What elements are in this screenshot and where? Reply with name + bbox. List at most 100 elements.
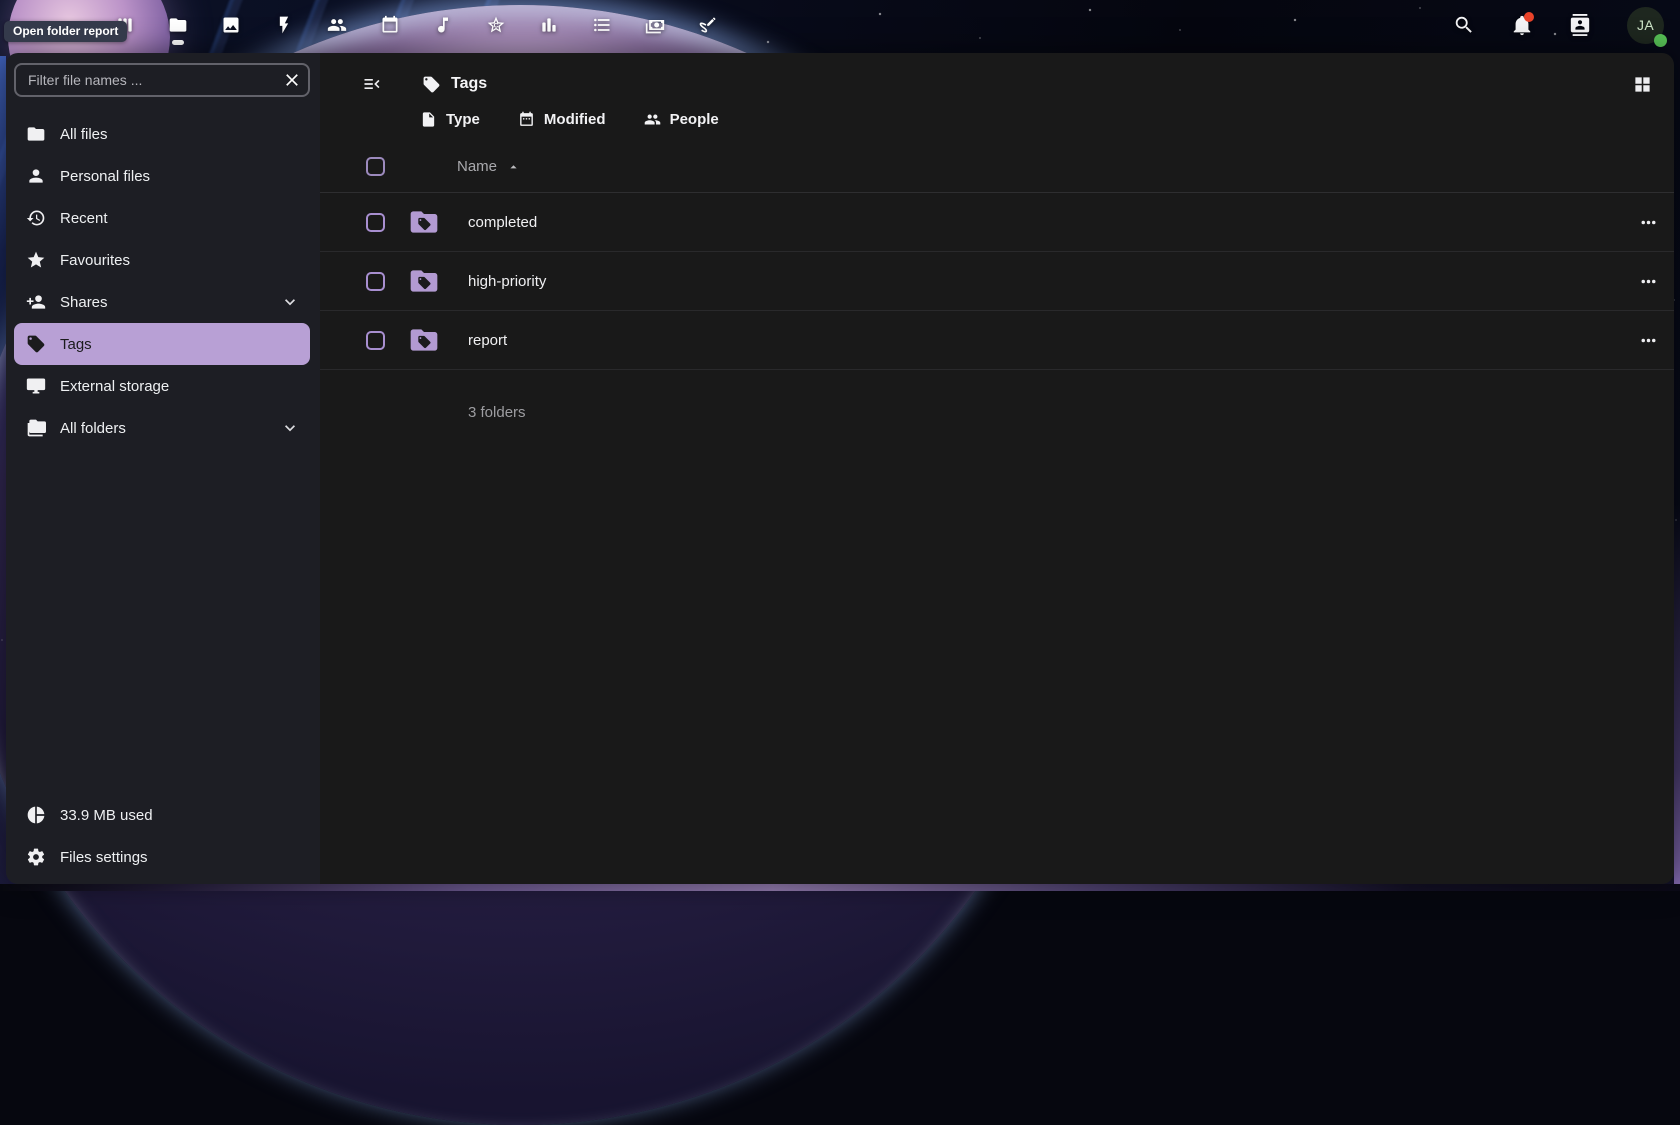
collapse-sidebar-icon[interactable]	[354, 66, 390, 102]
tasks-icon[interactable]	[592, 15, 612, 35]
files-sidebar: All files Personal files Recent Favourit…	[6, 53, 320, 884]
top-bar-right: JA	[1453, 7, 1664, 44]
filter-chips: Type Modified People	[320, 109, 1674, 140]
sidebar-item-label: All folders	[60, 420, 126, 437]
app-menu: C	[115, 15, 718, 35]
table-row[interactable]: completed	[320, 193, 1674, 252]
close-icon[interactable]	[282, 70, 302, 90]
folders-icon	[26, 418, 46, 438]
avatar-initials: JA	[1637, 17, 1654, 33]
recognize-icon[interactable]: C	[486, 15, 506, 35]
file-name-link[interactable]: high-priority	[468, 273, 546, 290]
money-icon[interactable]	[645, 15, 665, 35]
music-icon[interactable]	[433, 15, 453, 35]
files-main: Tags Type Modified People Name	[320, 53, 1674, 884]
notification-badge	[1524, 12, 1534, 22]
filter-field-wrap	[14, 63, 310, 97]
tag-folder-icon	[406, 324, 442, 356]
files-settings-button[interactable]: Files settings	[14, 836, 310, 878]
filter-chip-people[interactable]: People	[644, 111, 719, 128]
sidebar-item-label: Recent	[60, 210, 108, 227]
sidebar-item-label: All files	[60, 126, 108, 143]
calendar-icon	[518, 111, 535, 128]
sidebar-item-label: Personal files	[60, 168, 150, 185]
row-actions-menu-icon[interactable]	[1630, 263, 1666, 299]
online-status-dot	[1654, 34, 1667, 47]
analytics-icon[interactable]	[539, 15, 559, 35]
folder-count-summary: 3 folders	[320, 370, 1674, 421]
tooltip: Open folder report	[4, 21, 127, 42]
storage-pie-icon	[26, 805, 46, 825]
row-checkbox[interactable]	[366, 331, 385, 350]
sidebar-item-label: Favourites	[60, 252, 130, 269]
sidebar-item-label: Shares	[60, 294, 108, 311]
sidebar-item-external-storage[interactable]: External storage	[14, 365, 310, 407]
notifications-bell-icon[interactable]	[1511, 14, 1533, 36]
chevron-down-icon[interactable]	[280, 418, 300, 438]
row-checkbox[interactable]	[366, 272, 385, 291]
sidebar-item-all-folders[interactable]: All folders	[14, 407, 310, 449]
file-name-link[interactable]: completed	[468, 214, 537, 231]
chevron-down-icon[interactable]	[280, 292, 300, 312]
sort-ascending-icon	[506, 159, 521, 174]
table-row[interactable]: high-priority	[320, 252, 1674, 311]
file-icon	[420, 111, 437, 128]
star-icon	[26, 250, 46, 270]
tag-icon	[26, 334, 46, 354]
sidebar-item-label: External storage	[60, 378, 169, 395]
sidebar-item-favourites[interactable]: Favourites	[14, 239, 310, 281]
sidebar-footer: 33.9 MB used Files settings	[6, 794, 320, 880]
grid-view-icon[interactable]	[1624, 66, 1660, 102]
filter-chip-type[interactable]: Type	[420, 111, 480, 128]
row-checkbox[interactable]	[366, 213, 385, 232]
sidebar-item-label: Tags	[60, 336, 92, 353]
folder-icon	[26, 124, 46, 144]
tag-icon	[422, 75, 441, 94]
search-icon[interactable]	[1453, 14, 1475, 36]
filter-chip-modified[interactable]: Modified	[518, 111, 606, 128]
table-header: Name	[320, 140, 1674, 193]
storage-usage-label: 33.9 MB used	[60, 807, 153, 824]
tag-folder-icon	[406, 206, 442, 238]
filter-chip-label: People	[670, 111, 719, 128]
select-all-checkbox[interactable]	[366, 157, 385, 176]
avatar[interactable]: JA	[1627, 7, 1664, 44]
app-content: All files Personal files Recent Favourit…	[6, 53, 1674, 884]
filter-chip-label: Modified	[544, 111, 606, 128]
sidebar-item-shares[interactable]: Shares	[14, 281, 310, 323]
column-name-label: Name	[457, 158, 497, 175]
sidebar-navigation: All files Personal files Recent Favourit…	[6, 113, 320, 449]
contacts-menu-icon[interactable]	[1569, 14, 1591, 36]
svg-text:C: C	[494, 23, 499, 30]
filter-files-input[interactable]	[14, 63, 310, 97]
sidebar-item-tags[interactable]: Tags	[14, 323, 310, 365]
sidebar-item-all-files[interactable]: All files	[14, 113, 310, 155]
right-edge-glow	[1674, 504, 1680, 884]
people-icon	[644, 111, 661, 128]
contacts-icon[interactable]	[327, 15, 347, 35]
top-bar: C JA	[0, 0, 1680, 50]
file-name-link[interactable]: report	[468, 332, 507, 349]
row-actions-menu-icon[interactable]	[1630, 204, 1666, 240]
recent-clock-icon	[26, 208, 46, 228]
page-title: Tags	[451, 75, 487, 93]
files-icon[interactable]	[168, 15, 188, 35]
sidebar-item-personal-files[interactable]: Personal files	[14, 155, 310, 197]
files-settings-label: Files settings	[60, 849, 148, 866]
breadcrumb[interactable]: Tags	[422, 75, 487, 94]
sidebar-item-recent[interactable]: Recent	[14, 197, 310, 239]
external-storage-icon	[26, 376, 46, 396]
person-icon	[26, 166, 46, 186]
storage-usage: 33.9 MB used	[14, 794, 310, 836]
table-row[interactable]: report	[320, 311, 1674, 370]
content-header: Tags	[320, 53, 1674, 109]
photos-icon[interactable]	[221, 15, 241, 35]
tag-folder-icon	[406, 265, 442, 297]
row-actions-menu-icon[interactable]	[1630, 322, 1666, 358]
column-header-name[interactable]: Name	[457, 158, 521, 175]
settings-gear-icon	[26, 847, 46, 867]
activity-icon[interactable]	[274, 15, 294, 35]
calendar-icon[interactable]	[380, 15, 400, 35]
share-person-icon	[26, 292, 46, 312]
signature-icon[interactable]	[698, 15, 718, 35]
